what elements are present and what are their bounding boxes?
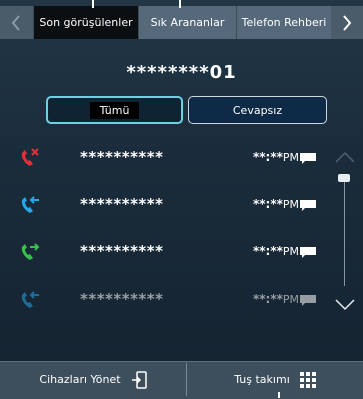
call-name: ********** xyxy=(80,148,164,166)
message-icon[interactable] xyxy=(299,246,317,259)
message-icon[interactable] xyxy=(299,294,317,307)
chevron-right-icon xyxy=(343,14,352,31)
scrollbar-thumb[interactable] xyxy=(338,174,350,182)
phone-recents-screen: Son görüşülenler Sık Arananlar Telefon R… xyxy=(0,0,363,399)
filter-all-label: Tümü xyxy=(89,101,140,119)
keypad-button[interactable]: Tuş takımı xyxy=(187,361,363,398)
tab-favorites-label: Sık Arananlar xyxy=(150,16,225,29)
chevron-left-icon xyxy=(11,14,20,31)
call-time: **:**PM xyxy=(253,197,300,211)
scrollbar-track[interactable] xyxy=(344,174,345,286)
keypad-grid-icon xyxy=(299,371,316,388)
bottom-marker xyxy=(278,392,280,398)
filter-all-button[interactable]: Tümü xyxy=(46,96,183,124)
selected-number: ********01 xyxy=(126,62,237,83)
outgoing-call-icon xyxy=(21,243,40,260)
tab-recent[interactable]: Son görüşülenler xyxy=(33,6,138,39)
filter-missed-button[interactable]: Cevapsız xyxy=(188,96,327,124)
scroll-down-button[interactable] xyxy=(334,298,356,312)
scroll-up-button[interactable] xyxy=(334,150,356,164)
tab-phonebook-label: Telefon Rehberi xyxy=(241,16,327,29)
tab-favorites[interactable]: Sık Arananlar xyxy=(138,6,236,39)
message-icon[interactable] xyxy=(299,152,317,165)
call-row[interactable]: ********** **:**PM xyxy=(0,233,330,269)
call-time: **:**PM xyxy=(253,244,300,258)
call-name: ********** xyxy=(80,242,164,260)
manage-devices-button[interactable]: Cihazları Yönet xyxy=(0,361,186,398)
keypad-label: Tuş takımı xyxy=(234,373,290,386)
prev-tab-button[interactable] xyxy=(0,6,32,39)
incoming-call-icon xyxy=(21,196,39,213)
filter-missed-label: Cevapsız xyxy=(232,103,283,117)
call-name: ********** xyxy=(80,195,164,213)
incoming-call-icon xyxy=(21,291,39,308)
call-row[interactable]: ********** **:**PM xyxy=(0,281,330,317)
call-time: **:**PM xyxy=(253,292,300,306)
tab-phonebook[interactable]: Telefon Rehberi xyxy=(236,6,331,39)
manage-devices-label: Cihazları Yönet xyxy=(39,373,121,386)
next-tab-button[interactable] xyxy=(331,6,363,39)
device-connect-icon xyxy=(131,370,147,389)
call-time: **:**PM xyxy=(253,150,300,164)
missed-call-icon xyxy=(21,148,39,166)
message-icon[interactable] xyxy=(299,199,317,212)
call-name: ********** xyxy=(80,290,164,308)
tab-recent-label: Son görüşülenler xyxy=(39,16,133,29)
tab-marker xyxy=(92,0,94,8)
call-row[interactable]: ********** **:**PM xyxy=(0,139,330,175)
tab-marker xyxy=(179,0,181,8)
call-row[interactable]: ********** **:**PM xyxy=(0,186,330,222)
